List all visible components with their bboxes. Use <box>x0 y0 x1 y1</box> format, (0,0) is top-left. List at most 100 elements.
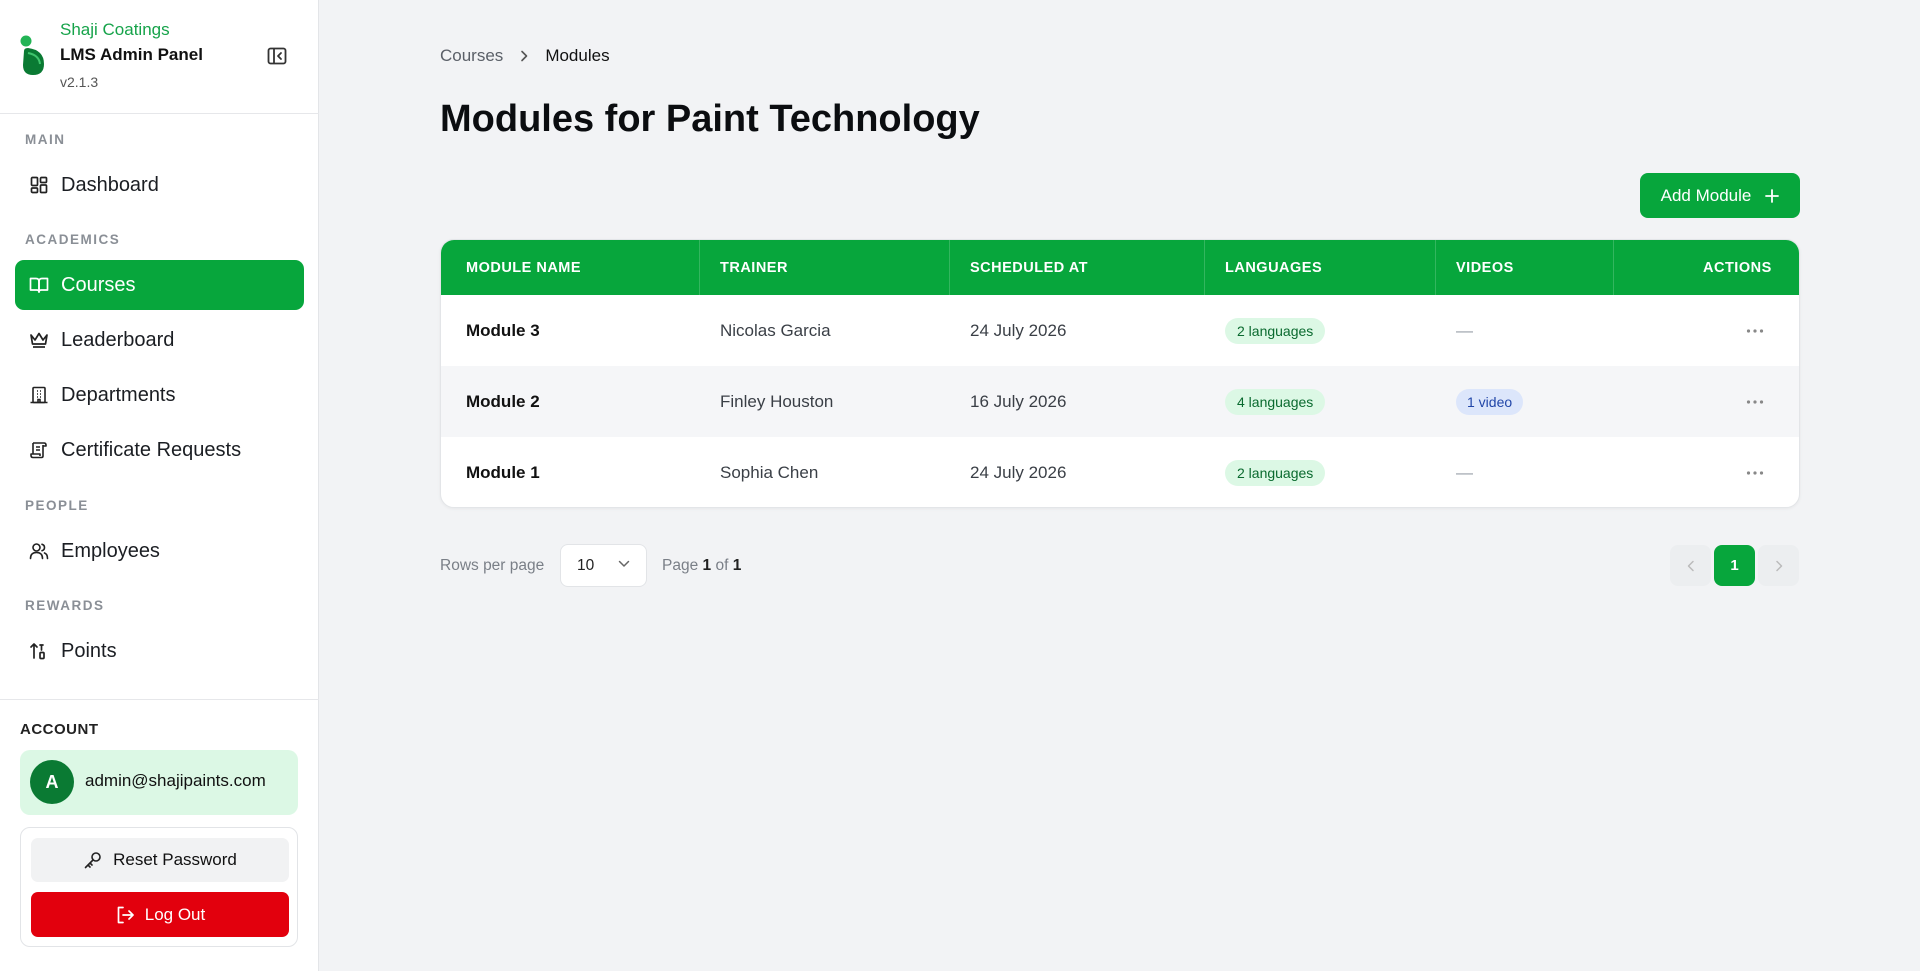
brand-header: Shaji Coatings LMS Admin Panel v2.1.3 <box>0 0 319 114</box>
cell-trainer: Nicolas Garcia <box>720 320 831 340</box>
cell-module-name: Module 2 <box>466 391 540 411</box>
more-horizontal-icon <box>1746 400 1764 404</box>
sidebar-item-departments[interactable]: Departments <box>15 370 304 420</box>
cell-videos: 1 video <box>1456 366 1524 437</box>
sidebar-item-dashboard[interactable]: Dashboard <box>15 160 304 210</box>
videos-empty: — <box>1456 462 1473 482</box>
column-divider <box>699 240 700 295</box>
cell-languages: 2 languages <box>1225 437 1326 507</box>
scroll-icon <box>29 440 49 460</box>
total-pages-number: 1 <box>732 557 742 574</box>
book-open-icon <box>29 275 49 295</box>
cell-module-name: Module 3 <box>466 320 540 340</box>
sidebar-item-label: Certificate Requests <box>61 438 242 461</box>
table-row[interactable]: Module 3 Nicolas Garcia 24 July 2026 2 l… <box>441 295 1799 366</box>
videos-badge: 1 video <box>1456 388 1524 415</box>
account-actions: Reset Password Log Out <box>20 827 298 947</box>
modules-table: MODULE NAME TRAINER SCHEDULED AT LANGUAG… <box>440 239 1800 508</box>
sidebar-item-points[interactable]: Points <box>15 626 304 676</box>
section-label-academics: ACADEMICS <box>25 232 121 247</box>
breadcrumb: Courses Modules <box>440 46 610 66</box>
languages-badge: 2 languages <box>1225 317 1326 344</box>
logout-button[interactable]: Log Out <box>31 892 289 937</box>
cell-videos: — <box>1456 437 1473 507</box>
column-header-languages: LANGUAGES <box>1225 259 1323 276</box>
account-label: ACCOUNT <box>20 721 99 738</box>
row-actions-button[interactable] <box>1743 390 1767 414</box>
brand-logo <box>20 35 44 75</box>
table-header: MODULE NAME TRAINER SCHEDULED AT LANGUAG… <box>441 240 1799 295</box>
languages-badge: 2 languages <box>1225 459 1326 486</box>
account-section: ACCOUNT A admin@shajipaints.com Reset Pa… <box>0 699 319 971</box>
page-of: of <box>715 557 729 574</box>
logout-icon <box>115 905 135 925</box>
add-module-button[interactable]: Add Module <box>1640 173 1800 218</box>
cell-scheduled-at: 16 July 2026 <box>970 391 1067 411</box>
user-email: admin@shajipaints.com <box>85 771 266 790</box>
rows-per-page-select[interactable]: 10 <box>560 544 647 587</box>
brand-company: Shaji Coatings <box>60 20 170 39</box>
row-actions-button[interactable] <box>1743 319 1767 343</box>
column-header-trainer: TRAINER <box>720 259 788 276</box>
cell-module-name: Module 1 <box>466 462 540 482</box>
user-card: A admin@shajipaints.com <box>20 750 298 815</box>
sidebar-item-label: Points <box>61 639 117 662</box>
cell-trainer: Finley Houston <box>720 391 834 411</box>
row-actions-button[interactable] <box>1743 461 1767 485</box>
previous-page-button[interactable] <box>1670 545 1711 586</box>
rows-per-page-value: 10 <box>577 556 595 574</box>
sidebar: Shaji Coatings LMS Admin Panel v2.1.3 MA… <box>0 0 319 971</box>
users-icon <box>29 541 49 561</box>
table-row[interactable]: Module 1 Sophia Chen 24 July 2026 2 lang… <box>441 437 1799 507</box>
chevron-right-icon <box>519 50 529 62</box>
next-page-button[interactable] <box>1758 545 1799 586</box>
page-button-current[interactable]: 1 <box>1714 545 1755 586</box>
chevron-down-icon <box>618 560 630 568</box>
column-divider <box>949 240 950 295</box>
cell-videos: — <box>1456 295 1473 366</box>
table-row[interactable]: Module 2 Finley Houston 16 July 2026 4 l… <box>441 366 1799 437</box>
chevron-right-icon <box>1775 560 1782 571</box>
page-prefix: Page <box>662 557 699 574</box>
plus-icon <box>1765 188 1780 203</box>
add-module-label: Add Module <box>1660 185 1752 205</box>
dashboard-grid-icon <box>29 175 49 195</box>
crown-icon <box>29 330 49 350</box>
sidebar-item-courses[interactable]: Courses <box>15 260 304 310</box>
section-label-people: PEOPLE <box>25 498 89 513</box>
sort-arrows-icon <box>29 641 49 661</box>
building-icon <box>29 385 49 405</box>
logout-label: Log Out <box>144 904 206 924</box>
languages-badge: 4 languages <box>1225 388 1326 415</box>
cell-languages: 4 languages <box>1225 366 1326 437</box>
sidebar-item-label: Courses <box>61 273 136 296</box>
cell-scheduled-at: 24 July 2026 <box>970 462 1067 482</box>
reset-password-label: Reset Password <box>113 850 237 869</box>
column-header-actions: ACTIONS <box>1703 259 1772 276</box>
page-title: Modules for Paint Technology <box>440 98 980 140</box>
cell-trainer: Sophia Chen <box>720 462 819 482</box>
section-label-rewards: REWARDS <box>25 598 105 613</box>
sidebar-item-label: Leaderboard <box>61 328 175 351</box>
brand-app-name: LMS Admin Panel <box>60 45 203 64</box>
column-header-videos: VIDEOS <box>1456 259 1514 276</box>
reset-password-button[interactable]: Reset Password <box>31 838 289 882</box>
breadcrumb-courses-link[interactable]: Courses <box>440 46 503 66</box>
current-page-number: 1 <box>702 557 712 574</box>
collapse-sidebar-button[interactable] <box>264 44 290 68</box>
sidebar-item-label: Employees <box>61 539 160 562</box>
cell-languages: 2 languages <box>1225 295 1326 366</box>
avatar: A <box>30 760 74 804</box>
rows-per-page-label: Rows per page <box>440 557 545 574</box>
sidebar-item-leaderboard[interactable]: Leaderboard <box>15 315 304 365</box>
cell-scheduled-at: 24 July 2026 <box>970 320 1067 340</box>
column-divider <box>1613 240 1614 295</box>
column-divider <box>1204 240 1205 295</box>
sidebar-item-certificate-requests[interactable]: Certificate Requests <box>15 425 304 475</box>
app-version: v2.1.3 <box>60 74 99 90</box>
more-horizontal-icon <box>1746 471 1764 475</box>
page-info: Page 1 of 1 <box>662 557 741 575</box>
sidebar-item-employees[interactable]: Employees <box>15 526 304 576</box>
section-label-main: MAIN <box>25 132 66 147</box>
chevron-left-icon <box>1687 560 1694 571</box>
